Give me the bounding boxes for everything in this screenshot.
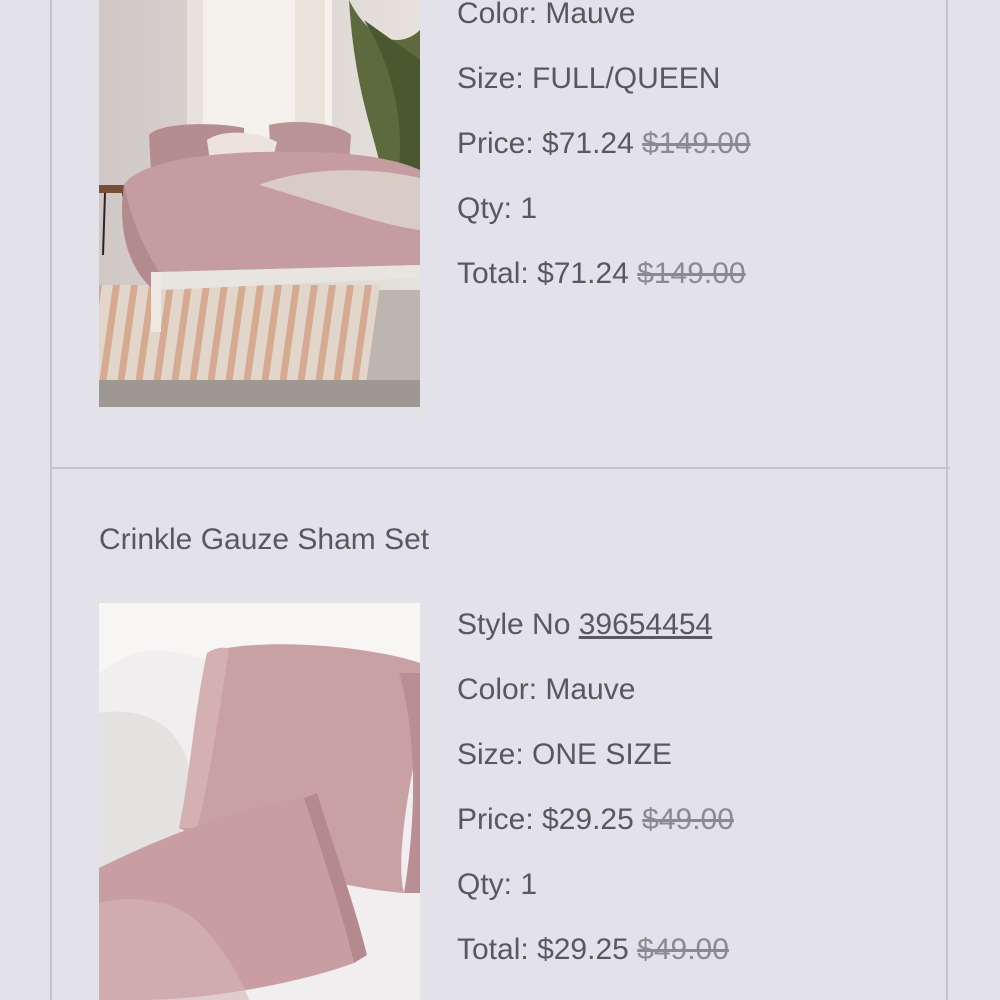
product-image-sham-set[interactable] bbox=[99, 603, 420, 1000]
price-sale: $29.25 bbox=[542, 803, 634, 836]
total-label: Total: bbox=[457, 257, 529, 290]
total-original: $149.00 bbox=[637, 257, 746, 290]
product-title[interactable]: Crinkle Gauze Sham Set bbox=[99, 523, 429, 557]
item-color: Color: Mauve bbox=[457, 673, 635, 707]
total-original: $49.00 bbox=[637, 933, 729, 966]
qty-value: 1 bbox=[520, 192, 538, 225]
total-label: Total: bbox=[457, 933, 529, 966]
color-value: Mauve bbox=[545, 0, 636, 30]
total-sale: $29.25 bbox=[537, 933, 629, 966]
bedroom-duvet-photo bbox=[99, 0, 420, 407]
size-value: FULL/QUEEN bbox=[532, 62, 721, 95]
item-color: Color: Mauve bbox=[457, 0, 635, 31]
style-number-link[interactable]: 39654454 bbox=[579, 608, 712, 641]
item-size: Size: ONE SIZE bbox=[457, 738, 672, 772]
item-divider bbox=[50, 467, 950, 469]
pillow-shams-photo bbox=[99, 603, 420, 1000]
item-price: Price: $71.24 $149.00 bbox=[457, 127, 751, 161]
item-qty: Qty: 1 bbox=[457, 192, 537, 226]
price-original: $49.00 bbox=[642, 803, 734, 836]
price-label: Price: bbox=[457, 127, 534, 160]
price-label: Price: bbox=[457, 803, 534, 836]
product-image-duvet[interactable] bbox=[99, 0, 420, 407]
item-qty: Qty: 1 bbox=[457, 868, 537, 902]
qty-label: Qty: bbox=[457, 868, 513, 901]
item-total: Total: $29.25 $49.00 bbox=[457, 933, 729, 967]
style-label: Style No bbox=[457, 608, 571, 641]
price-original: $149.00 bbox=[642, 127, 751, 160]
size-label: Size: bbox=[457, 738, 524, 771]
qty-value: 1 bbox=[520, 868, 538, 901]
qty-label: Qty: bbox=[457, 192, 513, 225]
color-label: Color: bbox=[457, 673, 538, 706]
total-sale: $71.24 bbox=[537, 257, 629, 290]
size-label: Size: bbox=[457, 62, 524, 95]
color-label: Color: bbox=[457, 0, 538, 30]
item-total: Total: $71.24 $149.00 bbox=[457, 257, 746, 291]
price-sale: $71.24 bbox=[542, 127, 634, 160]
item-price: Price: $29.25 $49.00 bbox=[457, 803, 734, 837]
item-style-number: Style No 39654454 bbox=[457, 608, 712, 642]
item-size: Size: FULL/QUEEN bbox=[457, 62, 720, 96]
size-value: ONE SIZE bbox=[532, 738, 673, 771]
color-value: Mauve bbox=[545, 673, 636, 706]
